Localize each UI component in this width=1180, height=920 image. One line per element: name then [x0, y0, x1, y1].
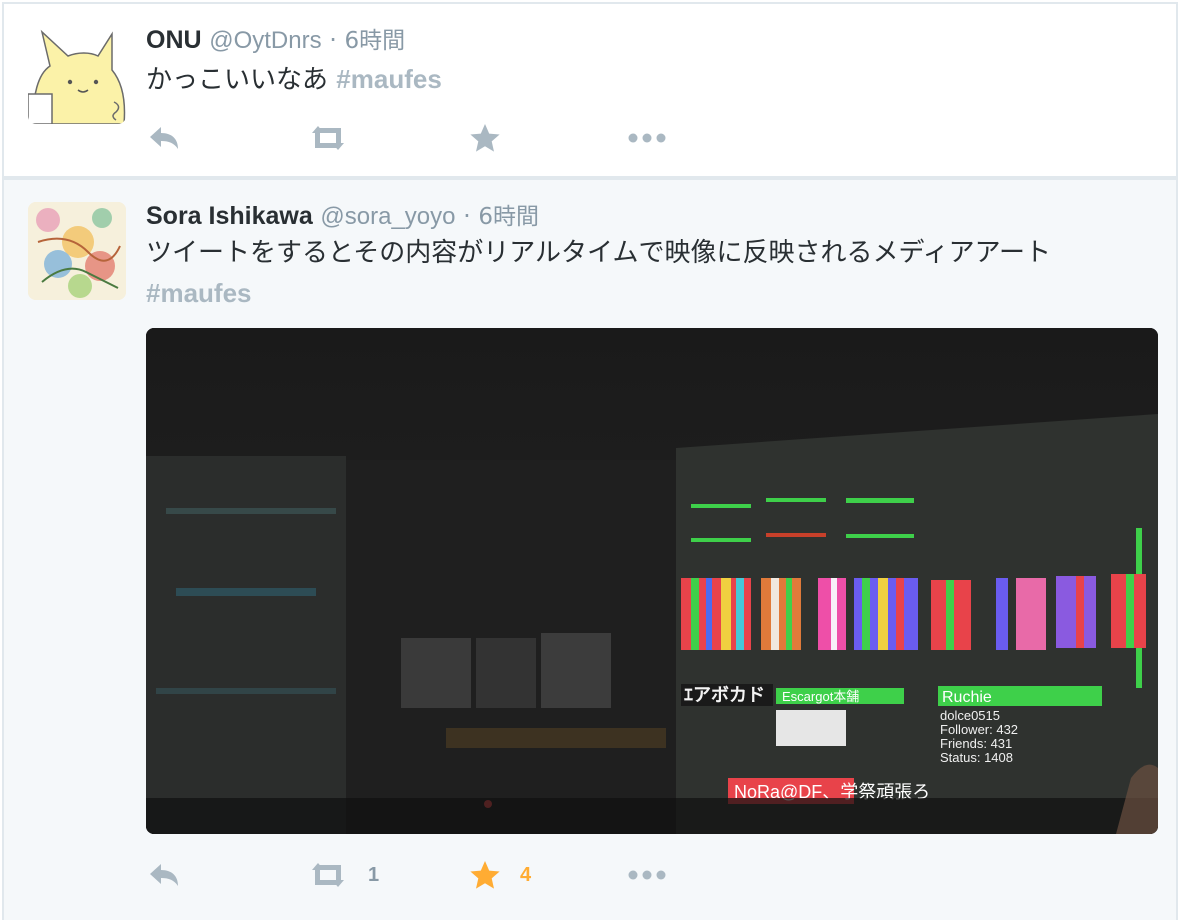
separator: ·	[463, 202, 471, 230]
reply-button[interactable]	[146, 855, 182, 895]
tweet-text-hashtag-line: #maufes	[146, 274, 252, 313]
retweet-button[interactable]	[306, 118, 368, 158]
photo-label: ｴアボカド	[684, 685, 765, 705]
favorite-button[interactable]: 4	[468, 855, 531, 895]
avatar[interactable]	[28, 202, 126, 300]
star-icon	[470, 124, 500, 152]
tweet[interactable]: ONU @OytDnrs · 6時間 かっこいいなあ #maufes	[2, 2, 1178, 178]
favorite-count: 4	[520, 863, 532, 886]
more-button[interactable]	[626, 855, 668, 895]
photo-label: dolce0515	[940, 708, 1000, 723]
tweet-actions	[146, 118, 706, 158]
fullname[interactable]: ONU	[146, 26, 202, 54]
more-button[interactable]	[626, 118, 668, 158]
tweet-photo[interactable]: ｴアボカド Escargot本舗 Ruchie dolce0515 Follow…	[146, 328, 1158, 834]
tweet-header: ONU @OytDnrs · 6時間	[146, 24, 405, 57]
tweet-text: ツイートをするとその内容がリアルタイムで映像に反映されるメディアアート	[146, 238, 1052, 268]
timeline: ONU @OytDnrs · 6時間 かっこいいなあ #maufes Sora …	[0, 0, 1180, 920]
reply-button[interactable]	[146, 118, 182, 158]
tweet-text-body: かっこいいなあ	[146, 65, 329, 95]
photo-label: Escargot本舗	[782, 689, 859, 704]
reply-icon	[150, 864, 178, 886]
separator: ·	[329, 26, 337, 54]
fullname[interactable]: Sora Ishikawa	[146, 202, 313, 230]
color-bars	[681, 574, 1146, 650]
photo-label: Status: 1408	[940, 750, 1013, 765]
photo-label: Friends: 431	[940, 736, 1012, 751]
photo-label: Ruchie	[942, 689, 992, 706]
tweet-actions: 1 4	[146, 855, 706, 895]
avatar[interactable]	[28, 26, 126, 124]
tweet-header: Sora Ishikawa @sora_yoyo · 6時間	[146, 200, 539, 233]
retweet-count: 1	[368, 863, 380, 886]
retweet-button[interactable]: 1	[306, 855, 379, 895]
more-icon	[628, 133, 666, 143]
tweet-text: かっこいいなあ #maufes	[146, 60, 442, 99]
reply-icon	[150, 127, 178, 149]
hashtag-link[interactable]: #maufes	[336, 64, 442, 94]
retweet-icon	[312, 126, 344, 150]
tweet[interactable]: Sora Ishikawa @sora_yoyo · 6時間 ツイートをするとそ…	[2, 178, 1178, 920]
more-icon	[628, 870, 666, 880]
hashtag-link[interactable]: #maufes	[146, 278, 252, 308]
username[interactable]: @sora_yoyo	[320, 203, 455, 230]
star-icon	[470, 861, 500, 889]
photo-label: Follower: 432	[940, 722, 1018, 737]
timestamp[interactable]: 6時間	[345, 28, 406, 54]
username[interactable]: @OytDnrs	[209, 27, 321, 54]
illustration-avatar-image	[28, 202, 126, 300]
timestamp[interactable]: 6時間	[478, 204, 539, 230]
cat-avatar-image	[28, 26, 126, 124]
favorite-button[interactable]	[468, 118, 520, 158]
retweet-icon	[312, 863, 344, 887]
projection-mapping-photo: ｴアボカド Escargot本舗 Ruchie dolce0515 Follow…	[146, 328, 1158, 834]
